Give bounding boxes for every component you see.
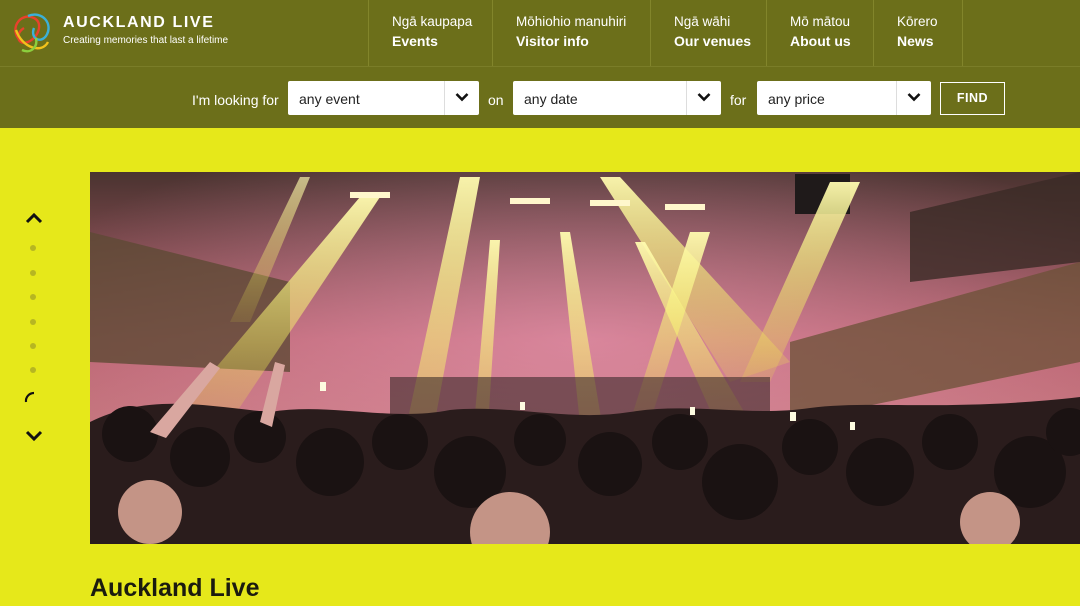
nav-item-visitor-info[interactable]: Mōhiohio manuhiri Visitor info — [492, 0, 650, 66]
price-value: any price — [768, 91, 825, 107]
nav-item-label: About us — [790, 33, 851, 49]
on-label: on — [488, 92, 504, 108]
nav-item-news[interactable]: Kōrero News — [873, 0, 963, 66]
nav-item-events[interactable]: Ngā kaupapa Events — [368, 0, 492, 66]
brand-tagline: Creating memories that last a lifetime — [63, 35, 229, 46]
slide-dot[interactable] — [30, 270, 36, 276]
brand-title: AUCKLAND LIVE — [63, 14, 215, 31]
brand[interactable]: AUCKLAND LIVE Creating memories that las… — [63, 14, 228, 48]
nav-item-maori: Ngā kaupapa — [392, 14, 473, 29]
event-search-bar: I'm looking for any event on any date fo… — [0, 66, 1080, 128]
looking-for-label: I'm looking for — [192, 92, 279, 108]
hero-image[interactable] — [90, 172, 1080, 544]
chevron-down-icon[interactable] — [25, 430, 43, 442]
price-select[interactable]: any price — [757, 81, 931, 115]
auckland-live-logo-icon[interactable] — [8, 8, 58, 58]
date-select[interactable]: any date — [513, 81, 721, 115]
nav-item-maori: Ngā wāhi — [674, 14, 731, 29]
nav-item-maori: Mōhiohio manuhiri — [516, 14, 627, 29]
nav-item-about-us[interactable]: Mō mātou About us — [766, 0, 873, 66]
event-type-select[interactable]: any event — [288, 81, 479, 115]
chevron-down-icon[interactable] — [896, 81, 931, 115]
chevron-down-icon[interactable] — [686, 81, 721, 115]
slide-dot[interactable] — [30, 245, 36, 251]
nav-item-label: Our venues — [674, 33, 752, 49]
page-title: Auckland Live — [90, 574, 260, 602]
slide-dot[interactable] — [30, 367, 36, 373]
event-type-value: any event — [299, 91, 360, 107]
nav-item-our-venues[interactable]: Ngā wāhi Our venues — [650, 0, 766, 66]
for-label: for — [730, 92, 747, 108]
nav-item-label: Visitor info — [516, 33, 589, 49]
slide-dot[interactable] — [30, 319, 36, 325]
date-value: any date — [524, 91, 578, 107]
site-header: AUCKLAND LIVE Creating memories that las… — [0, 0, 1080, 66]
chevron-down-icon[interactable] — [444, 81, 479, 115]
slide-dot[interactable] — [30, 294, 36, 300]
nav-item-label: Events — [392, 33, 438, 49]
find-button[interactable]: FIND — [940, 82, 1005, 115]
slide-dot[interactable] — [30, 343, 36, 349]
active-slide-indicator-icon[interactable] — [24, 390, 38, 404]
nav-item-maori: Mō mātou — [790, 14, 851, 29]
slide-pager — [22, 208, 46, 448]
nav-item-label: News — [897, 33, 934, 49]
chevron-up-icon[interactable] — [25, 212, 43, 224]
nav-item-maori: Kōrero — [897, 14, 938, 29]
